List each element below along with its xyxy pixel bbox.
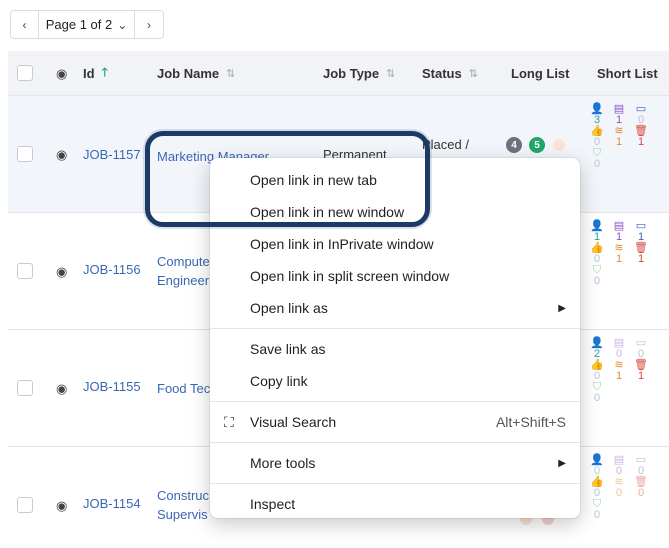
chevron-left-icon: ‹ [22,17,27,32]
job-name-link[interactable]: Construc Supervis [157,486,212,524]
long-list-count-badge: 5 [529,137,545,153]
col-long-list: Long List [511,66,570,81]
page-label: Page 1 of 2 [45,17,113,32]
menu-open-split-screen[interactable]: Open link in split screen window [210,260,580,292]
eye-icon[interactable]: ◉ [56,264,67,280]
menu-copy-link[interactable]: Copy link [210,365,580,397]
short-list-stats: 👤 ▤ ▭ 200 👍 ≋ 🗑 011 ⛉ 0 [586,338,656,404]
sort-icon: ⇅ [468,68,478,80]
menu-separator [210,483,580,484]
job-status: Placed / [422,137,469,152]
row-checkbox[interactable] [17,146,33,162]
job-id-link[interactable]: JOB-1156 [83,262,141,277]
chevron-right-icon: › [147,17,151,32]
submenu-arrow-icon: ▶ [558,457,566,469]
submenu-arrow-icon: ▶ [558,302,566,314]
prev-page-button[interactable]: ‹ [11,11,39,38]
eye-header: ◉ [56,51,67,96]
context-menu: Open link in new tab Open link in new wi… [210,158,580,518]
menu-separator [210,442,580,443]
chevron-down-icon: ⌄ [117,17,128,32]
short-list-stats: 👤 ▤ ▭ 310 👍 ≋ 🗑 011 ⛉ 0 [586,104,656,170]
menu-open-link-as[interactable]: Open link as ▶ [210,292,580,324]
page-select[interactable]: Page 1 of 2 ⌄ [39,11,135,38]
select-all-checkbox[interactable] [17,65,33,81]
pager: ‹ Page 1 of 2 ⌄ › [10,10,164,39]
job-id-link[interactable]: JOB-1154 [83,496,141,511]
visual-search-icon: ⛶ [224,413,234,430]
long-list-pill [553,139,565,151]
col-id[interactable]: Id 🡑 [83,51,108,96]
short-list-stats: 👤 ▤ ▭ 111 👍 ≋ 🗑 011 ⛉ 0 [586,221,656,287]
table-header: ◉ Id 🡑 Job Name ⇅ Job Type ⇅ Status ⇅ Long L… [8,51,669,96]
col-status[interactable]: Status ⇅ [422,51,478,96]
job-id-link[interactable]: JOB-1157 [83,147,141,162]
next-page-button[interactable]: › [135,11,163,38]
menu-visual-search[interactable]: ⛶ Visual Search Alt+Shift+S [210,406,580,438]
job-name-link[interactable]: Food Tec [157,379,212,398]
row-checkbox[interactable] [17,380,33,396]
menu-open-new-window[interactable]: Open link in new window [210,196,580,228]
eye-icon[interactable]: ◉ [56,498,67,514]
short-list-stats: 👤 ▤ ▭ 000 👍 ≋ 🗑 000 ⛉ 0 [586,455,656,521]
col-short-list: Short List [597,66,658,81]
menu-inspect[interactable]: Inspect [210,488,580,520]
sort-icon: ⇅ [386,68,395,80]
shortcut-label: Alt+Shift+S [495,414,566,430]
eye-icon: ◉ [56,65,68,81]
eye-icon[interactable]: ◉ [56,381,67,397]
job-id-link[interactable]: JOB-1155 [83,379,141,394]
long-list-count-badge: 4 [506,137,522,153]
sort-up-icon: 🡑 [101,65,108,79]
menu-more-tools[interactable]: More tools ▶ [210,447,580,479]
eye-icon[interactable]: ◉ [56,147,67,163]
col-job-type[interactable]: Job Type ⇅ [323,51,395,96]
menu-separator [210,328,580,329]
sort-icon: ⇅ [226,68,235,80]
menu-open-inprivate[interactable]: Open link in InPrivate window [210,228,580,260]
row-checkbox[interactable] [17,497,33,513]
job-name-link[interactable]: Compute Engineer [157,252,212,290]
menu-save-link-as[interactable]: Save link as [210,333,580,365]
menu-separator [210,401,580,402]
row-checkbox[interactable] [17,263,33,279]
menu-open-new-tab[interactable]: Open link in new tab [210,164,580,196]
col-job-name[interactable]: Job Name ⇅ [157,51,235,96]
